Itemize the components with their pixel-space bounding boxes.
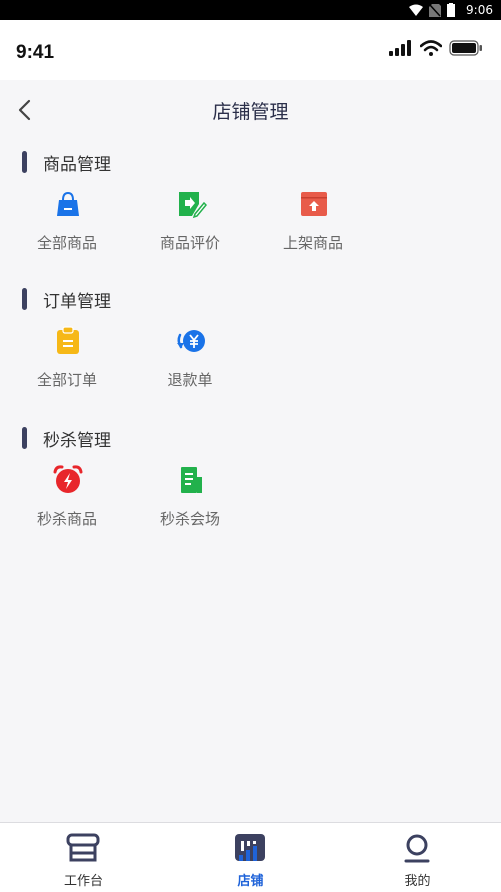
section-title: 订单管理 [43, 291, 111, 312]
alarm-clock-icon [53, 465, 83, 493]
menu-item-flash-sale-products[interactable]: 秒杀商品 [12, 460, 122, 540]
system-status-bar: 9:06 [0, 0, 501, 20]
profile-icon [404, 834, 430, 863]
menu-item-all-orders[interactable]: 全部订单 [12, 321, 122, 401]
bottom-tab-bar: 工作台 店铺 我的 [0, 822, 501, 892]
wifi-icon [409, 4, 423, 16]
menu-item-label: 退款单 [167, 371, 213, 389]
menu-item-label: 上架商品 [282, 234, 343, 252]
section-title: 商品管理 [43, 154, 111, 175]
menu-item-label: 秒杀商品 [36, 510, 97, 528]
section-accent-bar [22, 288, 27, 310]
menu-item-all-products[interactable]: 全部商品 [12, 184, 122, 264]
tab-label: 工作台 [63, 874, 103, 889]
menu-grid: 全部订单 退款单 [0, 321, 501, 401]
section-header: 商品管理 [22, 150, 111, 175]
system-time: 9:06 [466, 3, 493, 17]
menu-item-label: 全部商品 [36, 234, 97, 252]
section-accent-bar [22, 427, 27, 449]
tab-workbench[interactable]: 工作台 [0, 823, 167, 892]
menu-item-label: 秒杀会场 [159, 510, 220, 528]
section-accent-bar [22, 151, 27, 173]
tab-mine[interactable]: 我的 [334, 823, 501, 892]
menu-item-listed-products[interactable]: 上架商品 [258, 184, 368, 264]
menu-item-flash-sale-venue[interactable]: 秒杀会场 [135, 460, 245, 540]
shopping-bag-icon [57, 191, 79, 216]
battery-icon [449, 40, 482, 56]
signal-icon [389, 40, 411, 56]
tab-label: 我的 [404, 874, 431, 889]
review-tag-icon [179, 192, 207, 219]
section-title: 秒杀管理 [43, 430, 111, 451]
section-header: 订单管理 [22, 287, 111, 312]
section-header: 秒杀管理 [22, 426, 111, 451]
menu-item-label: 全部订单 [36, 371, 97, 389]
menu-grid: 秒杀商品 秒杀会场 [0, 460, 501, 540]
status-time: 9:41 [16, 42, 55, 63]
page-title: 店铺管理 [212, 101, 289, 123]
tab-label: 店铺 [237, 874, 264, 889]
menu-item-refund-orders[interactable]: 退款单 [135, 321, 245, 401]
shop-chart-icon [235, 834, 265, 861]
clipboard-icon [57, 326, 79, 354]
menu-item-label: 商品评价 [159, 234, 220, 252]
storefront-icon [66, 833, 100, 862]
upload-box-icon [301, 192, 327, 216]
navigation-bar: 店铺管理 [0, 80, 501, 140]
battery-icon [447, 3, 455, 17]
menu-grid: 全部商品 商品评价 上架商品 [0, 184, 501, 264]
tab-shop[interactable]: 店铺 [167, 823, 334, 892]
ios-status-bar: 9:41 [0, 20, 501, 80]
refund-yen-icon [177, 330, 205, 352]
wifi-icon [420, 40, 442, 56]
no-sim-icon [429, 3, 441, 17]
venue-document-icon [181, 467, 202, 493]
menu-item-product-reviews[interactable]: 商品评价 [135, 184, 245, 264]
